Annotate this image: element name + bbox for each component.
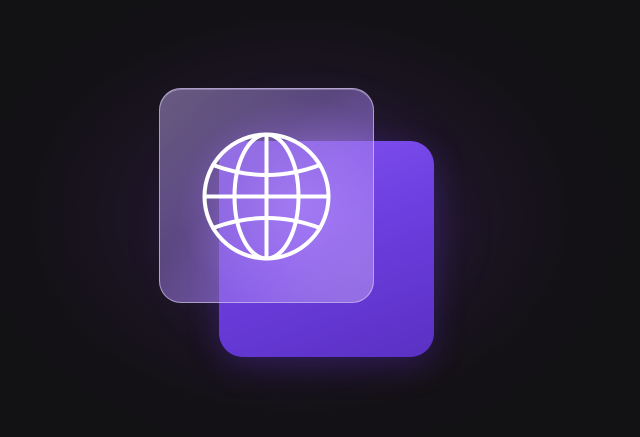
- globe-icon: [202, 132, 331, 261]
- icon-illustration: [0, 0, 640, 437]
